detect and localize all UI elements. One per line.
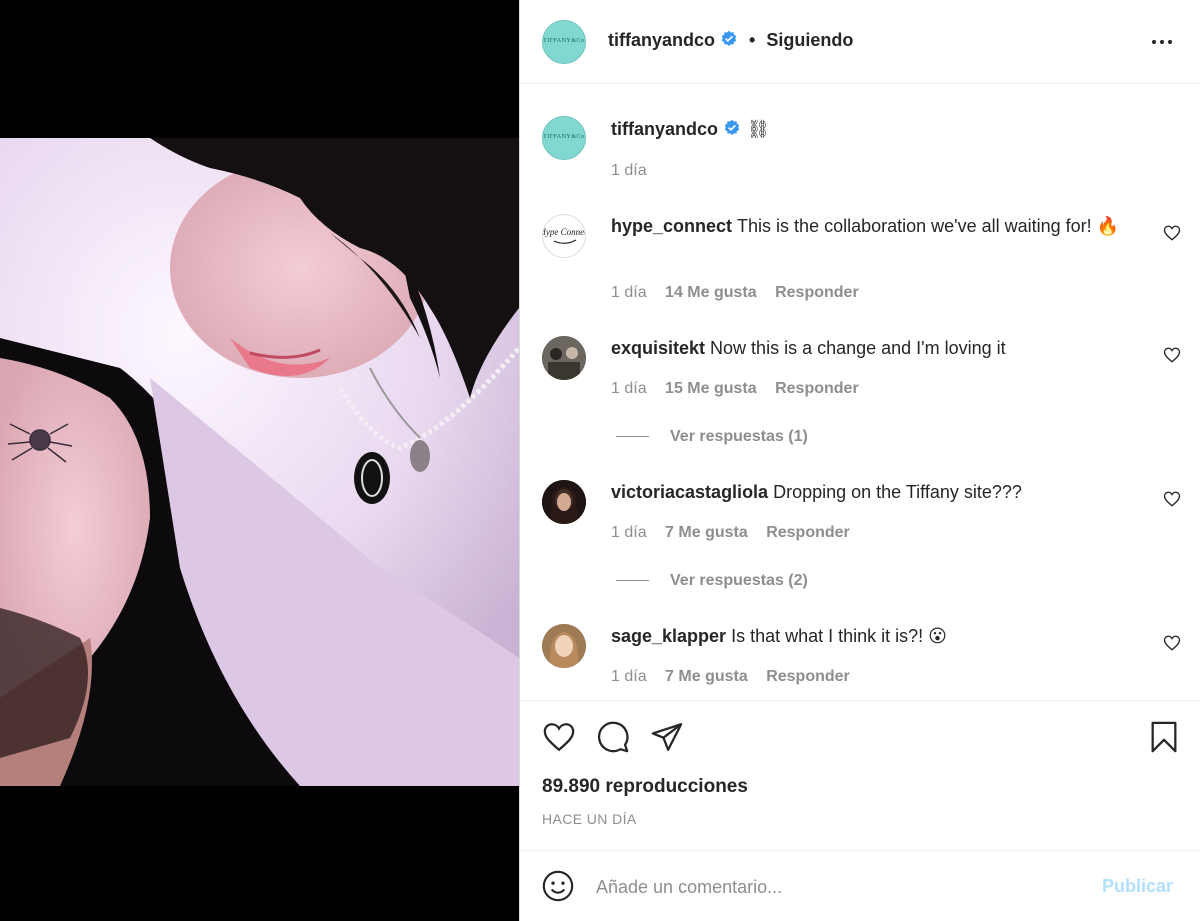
- replies-divider: [616, 580, 649, 582]
- heart-icon[interactable]: [1163, 224, 1181, 242]
- comment-likes[interactable]: 7 Me gusta: [665, 668, 748, 685]
- heart-icon[interactable]: [1163, 346, 1181, 364]
- heart-icon[interactable]: [1163, 634, 1181, 652]
- commenter-avatar[interactable]: [542, 480, 586, 524]
- reply-button[interactable]: Responder: [766, 524, 850, 541]
- replies-divider: [616, 436, 649, 438]
- verified-badge-icon: [721, 30, 737, 47]
- view-count[interactable]: 89.890 reproducciones: [542, 776, 748, 798]
- comment-username[interactable]: victoriacastagliola: [611, 482, 768, 502]
- comment-likes[interactable]: 7 Me gusta: [665, 524, 748, 541]
- comment-text: sage_klapper Is that what I think it is?!…: [611, 624, 1151, 649]
- author-avatar[interactable]: TIFFANY&Co.: [542, 20, 586, 64]
- view-replies-button[interactable]: Ver respuestas (1): [616, 428, 808, 446]
- follow-separator: •: [749, 30, 756, 50]
- comment-time[interactable]: 1 día: [611, 380, 647, 397]
- view-replies-label: Ver respuestas (2): [670, 572, 808, 589]
- comment-text: victoriacastagliola Dropping on the Tiffa…: [611, 480, 1151, 505]
- author-username[interactable]: tiffanyandco: [608, 30, 715, 50]
- avatar-photo: [542, 624, 586, 668]
- comment-username[interactable]: sage_klapper: [611, 626, 726, 646]
- photo-illustration: [0, 138, 519, 786]
- following-button[interactable]: Siguiendo: [766, 30, 853, 50]
- post-timestamp[interactable]: HACE UN DÍA: [542, 811, 637, 827]
- comment-meta: 1 día 15 Me gusta Responder: [611, 380, 873, 398]
- reply-button[interactable]: Responder: [766, 668, 850, 685]
- header-author-line: tiffanyandco • Siguiendo: [608, 30, 853, 51]
- reply-button[interactable]: Responder: [775, 284, 859, 301]
- verified-badge-icon: [724, 119, 740, 136]
- post-photo[interactable]: [0, 138, 519, 786]
- comment-meta: 1 día 14 Me gusta Responder: [611, 284, 873, 302]
- view-replies-label: Ver respuestas (1): [670, 428, 808, 445]
- caption-username[interactable]: tiffanyandco: [611, 119, 718, 139]
- avatar-logo-text: TIFFANY&Co.: [543, 38, 586, 44]
- commenter-avatar[interactable]: Hype Connect: [542, 214, 586, 258]
- comment-meta: 1 día 7 Me gusta Responder: [611, 668, 864, 686]
- commenter-avatar[interactable]: [542, 336, 586, 380]
- comment-username[interactable]: hype_connect: [611, 216, 732, 236]
- post-side-panel: TIFFANY&Co. tiffanyandco • Siguiendo TIF…: [519, 0, 1200, 921]
- more-options-icon[interactable]: [1150, 30, 1174, 54]
- caption-emoji: ⛓: [747, 119, 770, 139]
- publish-button[interactable]: Publicar: [1102, 876, 1173, 897]
- comments-list[interactable]: TIFFANY&Co. tiffanyandco ⛓ 1 día Hype Co…: [520, 85, 1200, 700]
- comment-time[interactable]: 1 día: [611, 284, 647, 301]
- comment-body: Is that what I think it is?! 😮: [731, 626, 947, 646]
- comment-meta: 1 día 7 Me gusta Responder: [611, 524, 864, 542]
- commenter-avatar[interactable]: [542, 624, 586, 668]
- caption-time[interactable]: 1 día: [611, 162, 647, 179]
- view-replies-button[interactable]: Ver respuestas (2): [616, 572, 808, 590]
- comment-text: hype_connect This is the collaboration we…: [611, 214, 1151, 239]
- comment-input[interactable]: [596, 871, 1076, 903]
- comment-icon[interactable]: [596, 720, 630, 754]
- comment-time[interactable]: 1 día: [611, 668, 647, 685]
- comment-composer: Publicar: [520, 850, 1200, 921]
- post-header: TIFFANY&Co. tiffanyandco • Siguiendo: [520, 0, 1200, 84]
- heart-icon[interactable]: [1163, 490, 1181, 508]
- comment-body: Dropping on the Tiffany site???: [773, 482, 1022, 502]
- bookmark-icon[interactable]: [1147, 720, 1181, 754]
- comment-text: exquisitekt Now this is a change and I'm …: [611, 336, 1151, 361]
- share-icon[interactable]: [650, 720, 684, 754]
- hype-connect-logo: Hype Connect: [543, 227, 586, 244]
- emoji-icon[interactable]: [541, 869, 575, 903]
- comment-body: Now this is a change and I'm loving it: [710, 338, 1006, 358]
- comment-likes[interactable]: 14 Me gusta: [665, 284, 757, 301]
- like-heart-icon[interactable]: [542, 720, 576, 754]
- reply-button[interactable]: Responder: [775, 380, 859, 397]
- avatar-photo: [542, 336, 586, 380]
- avatar-logo-text: TIFFANY&Co.: [543, 134, 586, 140]
- caption-meta: 1 día: [611, 162, 661, 180]
- comment-likes[interactable]: 15 Me gusta: [665, 380, 757, 397]
- caption-text: tiffanyandco ⛓: [611, 117, 1151, 142]
- post-media[interactable]: [0, 0, 519, 921]
- post-actions: 89.890 reproducciones HACE UN DÍA: [520, 700, 1200, 850]
- comment-time[interactable]: 1 día: [611, 524, 647, 541]
- comment-username[interactable]: exquisitekt: [611, 338, 705, 358]
- comment-body: This is the collaboration we've all wait…: [737, 216, 1120, 236]
- caption-avatar[interactable]: TIFFANY&Co.: [542, 116, 586, 160]
- avatar-photo: [542, 480, 586, 524]
- hype-connect-logo-text: Hype Connect: [543, 227, 586, 237]
